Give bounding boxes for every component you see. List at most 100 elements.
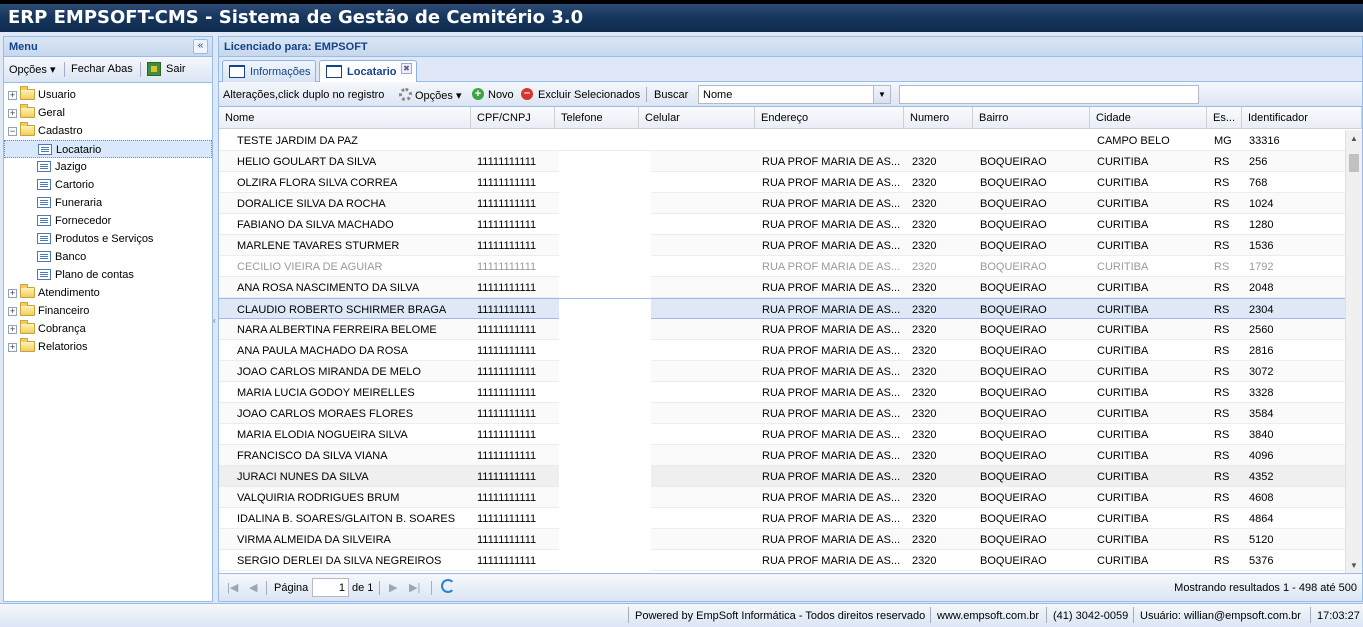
grid-options-button[interactable]: Opções ▾: [415, 89, 462, 102]
expand-toggle-icon[interactable]: +: [8, 109, 17, 118]
page-number-input[interactable]: [312, 578, 349, 597]
table-row[interactable]: SERGIO DERLEI DA SILVA NEGREIROS 11111111…: [219, 550, 1362, 571]
column-header-es[interactable]: Es...: [1207, 107, 1242, 129]
new-button[interactable]: Novo: [488, 89, 514, 101]
column-header-cidade[interactable]: Cidade: [1090, 107, 1207, 129]
splitter-arrow-icon[interactable]: ‹: [213, 316, 216, 325]
table-row[interactable]: JURACI NUNES DA SILVA 11111111111 RUA PROF…: [219, 466, 1362, 487]
table-row[interactable]: DORALICE SILVA DA ROCHA 11111111111 RUA PR…: [219, 193, 1362, 214]
prev-page-icon[interactable]: ◀: [249, 581, 257, 594]
menu-toolbar: Opções ▾ Fechar Abas Sair: [4, 57, 212, 83]
tab-locatario[interactable]: Locatario ✖: [319, 60, 417, 83]
exit-button[interactable]: Sair: [166, 63, 186, 75]
column-header-bairro[interactable]: Bairro: [973, 107, 1090, 129]
table-row[interactable]: JOAO CARLOS MORAES FLORES 11111111111 RUA …: [219, 403, 1362, 424]
table-row[interactable]: CLAUDIO ROBERTO SCHIRMER BRAGA 1111111111…: [219, 298, 1362, 320]
first-page-icon[interactable]: |◀: [227, 581, 238, 594]
cell-identificador: 4864: [1249, 513, 1274, 525]
tree-item-jazigo[interactable]: Jazigo: [4, 158, 212, 176]
collapse-toggle-icon[interactable]: −: [8, 127, 17, 136]
table-row[interactable]: HELIO GOULART DA SILVA 11111111111 RUA PRO…: [219, 151, 1362, 172]
tree-item-relatorios[interactable]: + Relatorios: [4, 338, 212, 356]
tree-item-label: Financeiro: [38, 305, 90, 317]
table-row[interactable]: VALQUIRIA RODRIGUES BRUM 11111111111 RUA P…: [219, 487, 1362, 508]
table-row[interactable]: ANA ROSA NASCIMENTO DA SILVA 11111111111 R…: [219, 277, 1362, 298]
last-page-icon[interactable]: ▶|: [409, 581, 420, 594]
tree-item-financeiro[interactable]: + Financeiro: [4, 302, 212, 320]
cell-identificador: 1024: [1249, 198, 1274, 210]
refresh-icon[interactable]: [441, 579, 455, 593]
expand-toggle-icon[interactable]: +: [8, 91, 17, 100]
table-row[interactable]: MARLENE TAVARES STURMER 11111111111 RUA PR…: [219, 235, 1362, 256]
table-row[interactable]: FRANCISCO DA SILVA VIANA 11111111111 RUA P…: [219, 445, 1362, 466]
tree-item-geral[interactable]: + Geral: [4, 104, 212, 122]
table-row[interactable]: MARIA ELODIA NOGUEIRA SILVA 11111111111 RU…: [219, 424, 1362, 445]
cell-cpf-cnpj: 11111111111: [477, 366, 537, 378]
scroll-thumb[interactable]: [1349, 154, 1359, 172]
tree-item-plano-de-contas[interactable]: Plano de contas: [4, 266, 212, 284]
cell-identificador: 3328: [1249, 387, 1274, 399]
table-row[interactable]: NARA ALBERTINA FERREIRA BELOME 1111111111…: [219, 319, 1362, 340]
cell-cidade: CURITIBA: [1097, 261, 1149, 273]
chevron-down-icon[interactable]: ▼: [873, 86, 890, 103]
cell-endere-o: RUA PROF MARIA DE AS...: [762, 219, 901, 231]
close-tab-icon[interactable]: ✖: [401, 63, 412, 74]
tree-item-produtos-e-servi-os[interactable]: Produtos e Serviços: [4, 230, 212, 248]
exit-icon[interactable]: [147, 62, 161, 76]
delete-selected-button[interactable]: Excluir Selecionados: [538, 89, 640, 101]
table-row[interactable]: ANA PAULA MACHADO DA ROSA 11111111111 RUA …: [219, 340, 1362, 361]
expand-toggle-icon[interactable]: +: [8, 289, 17, 298]
cell-nome: JURACI NUNES DA SILVA: [237, 471, 369, 483]
tab-informacoes[interactable]: Informações: [222, 60, 316, 82]
empty-cell: [559, 235, 651, 256]
grid-toolbar: Alterações,click duplo no registro Opçõe…: [219, 82, 1362, 107]
search-input[interactable]: [899, 85, 1199, 104]
cell-numero: 2320: [912, 345, 937, 357]
toolbar-separator: [64, 62, 65, 77]
tree-item-usuario[interactable]: + Usuario: [4, 86, 212, 104]
tree-item-cobran-a[interactable]: + Cobrança: [4, 320, 212, 338]
scroll-up-icon[interactable]: ▲: [1350, 134, 1358, 143]
menu-options-button[interactable]: Opções ▾: [9, 63, 56, 76]
column-header-cpf-cnpj[interactable]: CPF/CNPJ: [471, 107, 555, 129]
column-header-nome[interactable]: Nome: [219, 107, 471, 129]
tree-item-funeraria[interactable]: Funeraria: [4, 194, 212, 212]
table-row[interactable]: FABIANO DA SILVA MACHADO 11111111111 RUA P…: [219, 214, 1362, 235]
column-header-endere-o[interactable]: Endereço: [755, 107, 904, 129]
tree-item-cartorio[interactable]: Cartorio: [4, 176, 212, 194]
column-header-numero[interactable]: Numero: [904, 107, 973, 129]
table-row[interactable]: MARIA LUCIA GODOY MEIRELLES 11111111111 RU…: [219, 382, 1362, 403]
tree-item-banco[interactable]: Banco: [4, 248, 212, 266]
cell-bairro: BOQUEIRAO: [980, 261, 1047, 273]
scroll-down-icon[interactable]: ▼: [1350, 561, 1358, 570]
cell-endere-o: RUA PROF MARIA DE AS...: [762, 198, 901, 210]
table-row[interactable]: IDALINA B. SOARES/GLAITON B. SOARES 11111…: [219, 508, 1362, 529]
gear-icon[interactable]: [399, 88, 412, 101]
add-icon[interactable]: +: [472, 88, 484, 100]
cell-bairro: BOQUEIRAO: [980, 450, 1047, 462]
delete-icon[interactable]: –: [521, 88, 533, 100]
table-row[interactable]: CECILIO VIEIRA DE AGUIAR 11111111111 RUA P…: [219, 256, 1362, 277]
expand-toggle-icon[interactable]: +: [8, 343, 17, 352]
table-row[interactable]: JOAO CARLOS MIRANDA DE MELO 11111111111 RU…: [219, 361, 1362, 382]
cell-cpf-cnpj: 11111111111: [477, 198, 537, 210]
tree-item-fornecedor[interactable]: Fornecedor: [4, 212, 212, 230]
tree-item-locatario[interactable]: Locatario: [4, 140, 212, 158]
table-row[interactable]: TESTE JARDIM DA PAZ CAMPO BELO MG 33316: [219, 130, 1362, 151]
tree-item-atendimento[interactable]: + Atendimento: [4, 284, 212, 302]
vertical-scrollbar[interactable]: ▲ ▼: [1345, 130, 1362, 574]
cell-cidade: CURITIBA: [1097, 387, 1149, 399]
column-header-telefone[interactable]: Telefone: [555, 107, 639, 129]
search-field-select[interactable]: Nome ▼: [698, 85, 891, 104]
expand-toggle-icon[interactable]: +: [8, 307, 17, 316]
collapse-menu-icon[interactable]: «: [193, 39, 208, 54]
expand-toggle-icon[interactable]: +: [8, 325, 17, 334]
next-page-icon[interactable]: ▶: [389, 581, 397, 594]
column-header-celular[interactable]: Celular: [639, 107, 755, 129]
column-header-identificador[interactable]: Identificador: [1242, 107, 1362, 129]
website-link[interactable]: www.empsoft.com.br: [937, 610, 1039, 622]
table-row[interactable]: OLZIRA FLORA SILVA CORREA 11111111111 RUA …: [219, 172, 1362, 193]
table-row[interactable]: VIRMA ALMEIDA DA SILVEIRA 11111111111 RUA …: [219, 529, 1362, 550]
tree-item-cadastro[interactable]: − Cadastro: [4, 122, 212, 140]
close-tabs-button[interactable]: Fechar Abas: [71, 63, 133, 75]
